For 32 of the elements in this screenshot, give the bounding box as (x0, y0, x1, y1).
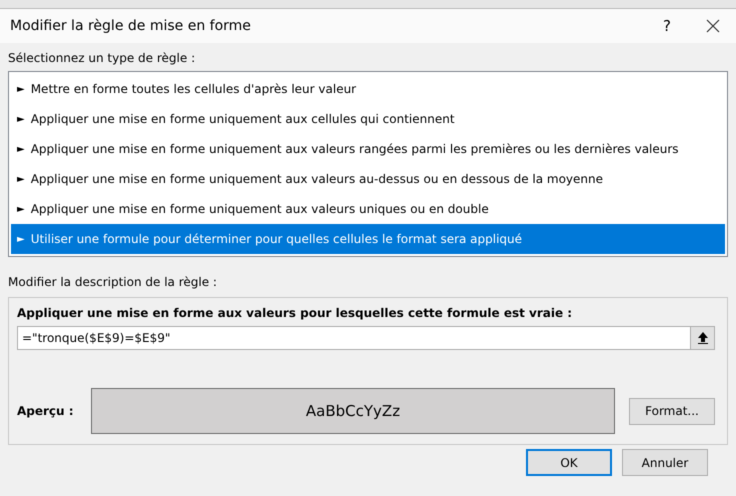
rule-type-label: Sélectionnez un type de règle : (8, 51, 196, 65)
rule-type-text: Appliquer une mise en forme uniquement aux cellules qui contiennent (30, 112, 455, 126)
arrow-marker: ► (17, 114, 25, 124)
formula-label: Appliquer une mise en forme aux valeurs pour lesquelles cette formule est vraie : (17, 306, 574, 320)
arrow-marker: ► (17, 174, 25, 184)
rule-type-item[interactable]: ► Mettre en forme toutes les cellules d'après leur valeur (11, 74, 725, 104)
rule-type-item[interactable]: ► Appliquer une mise en forme uniquement aux valeurs au-dessus ou en dessous de la moyenne (11, 164, 725, 194)
rule-type-text: Appliquer une mise en forme uniquement aux valeurs uniques ou en double (30, 202, 489, 216)
rule-type-text: Appliquer une mise en forme uniquement aux valeurs au-dessus ou en dessous de la moyenne (30, 172, 603, 186)
upload-arrow-icon (698, 332, 708, 344)
rule-type-text: Utiliser une formule pour déterminer pour quelles cellules le format sera appliqué (30, 232, 522, 246)
formula-field[interactable]: ="tronque($E$9)=$E$9" (17, 326, 691, 350)
ok-button[interactable]: OK (526, 449, 612, 476)
arrow-marker: ► (17, 204, 25, 214)
rule-type-item[interactable]: ► Utiliser une formule pour déterminer pour quelles cellules le format sera appliqué (11, 224, 725, 254)
rule-type-item[interactable]: ► Appliquer une mise en forme uniquement aux valeurs rangées parmi les premières ou les dernières valeurs (11, 134, 725, 164)
help-button[interactable]: ? (644, 9, 690, 43)
close-icon (706, 19, 720, 33)
preview-sample: AaBbCcYyZz (91, 388, 615, 434)
rule-type-item[interactable]: ► Appliquer une mise en forme uniquement aux valeurs uniques ou en double (11, 194, 725, 224)
rule-type-item[interactable]: ► Appliquer une mise en forme uniquement aux cellules qui contiennent (11, 104, 725, 134)
collapse-button[interactable] (691, 326, 715, 350)
preview-label: Aperçu : (17, 404, 75, 418)
window-title: Modifier la règle de mise en forme (10, 18, 252, 34)
rule-type-text: Mettre en forme toutes les cellules d'après leur valeur (30, 82, 356, 96)
arrow-marker: ► (17, 144, 25, 154)
description-label: Modifier la description de la règle : (8, 275, 218, 289)
format-button[interactable]: Format... (629, 398, 715, 424)
arrow-marker: ► (17, 84, 25, 94)
rule-type-text: Appliquer une mise en forme uniquement aux valeurs rangées parmi les premières ou les dernières valeurs (30, 142, 679, 156)
cancel-button[interactable]: Annuler (622, 449, 708, 476)
arrow-marker: ► (17, 234, 25, 244)
